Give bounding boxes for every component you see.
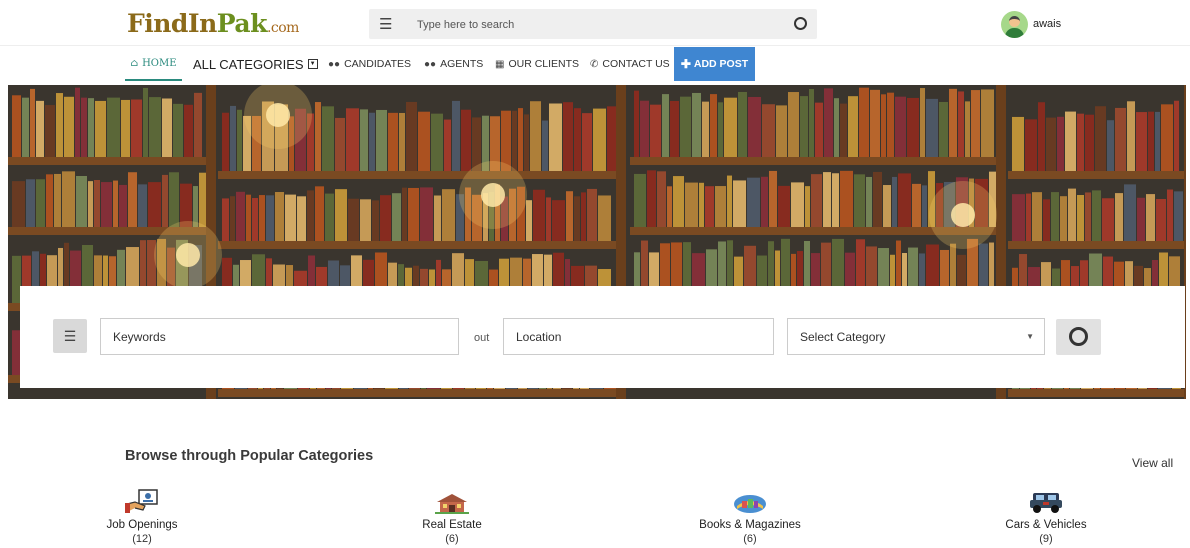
nav-agents-label: AGENTS <box>440 58 484 70</box>
keywords-input[interactable] <box>113 329 424 344</box>
category-select[interactable]: Select Category ▼ <box>787 318 1045 355</box>
search-submit-button[interactable] <box>1056 319 1101 355</box>
category-name: Books & Magazines <box>699 519 801 531</box>
user-name[interactable]: awais <box>1033 18 1061 30</box>
nav-candidates[interactable]: ●● CANDIDATES <box>328 47 411 81</box>
nav-our-clients-label: OUR CLIENTS <box>508 58 580 70</box>
search-panel: ☰ out Select Category ▼ <box>20 286 1185 388</box>
job-icon <box>52 488 232 514</box>
filter-menu-button[interactable]: ☰ <box>53 319 87 353</box>
car-icon <box>956 488 1136 514</box>
category-count: (9) <box>1039 533 1053 545</box>
nav-our-clients[interactable]: ▦ OUR CLIENTS <box>495 47 579 81</box>
nav-contact-us-label: CONTACT US <box>602 58 670 70</box>
location-field[interactable] <box>503 318 774 355</box>
category-name: Cars & Vehicles <box>1005 519 1087 531</box>
keywords-field[interactable] <box>100 318 459 355</box>
category-real-estate[interactable]: Real Estate (6) <box>362 488 542 545</box>
nav-home-label: HOME <box>142 57 177 69</box>
category-job-openings[interactable]: Job Openings (12) <box>52 488 232 545</box>
plus-icon: ✚ <box>680 57 691 71</box>
chevron-down-icon: ▼ <box>1026 332 1034 341</box>
nav-home[interactable]: ⌂ HOME <box>125 47 182 81</box>
search-icon[interactable] <box>794 17 807 30</box>
building-icon: ▦ <box>495 58 505 70</box>
location-input[interactable] <box>516 329 748 344</box>
user-menu[interactable]: awais <box>1001 10 1061 38</box>
users-icon: ●● <box>328 58 341 70</box>
category-count: (6) <box>445 533 459 545</box>
categories-heading: Browse through Popular Categories <box>125 448 374 464</box>
category-cars-vehicles[interactable]: Cars & Vehicles (9) <box>956 488 1136 545</box>
menu-icon[interactable]: ☰ <box>379 15 392 33</box>
users-icon: ●● <box>424 58 437 70</box>
category-select-value: Select Category <box>800 329 886 344</box>
top-search-input[interactable] <box>417 16 777 34</box>
nav-all-categories-label: ALL CATEGORIES <box>193 56 304 72</box>
nav-all-categories[interactable]: ALL CATEGORIES ▼ <box>193 47 318 81</box>
category-books-magazines[interactable]: Books & Magazines (6) <box>660 488 840 545</box>
nav-candidates-label: CANDIDATES <box>344 58 411 70</box>
top-bar: FindInPak.com ☰ awais <box>0 0 1190 46</box>
house-icon <box>362 488 542 514</box>
add-post-label: ADD POST <box>693 58 749 70</box>
phone-icon: ✆ <box>590 58 599 70</box>
category-count: (6) <box>743 533 757 545</box>
avatar[interactable] <box>1001 10 1028 38</box>
home-icon: ⌂ <box>130 57 139 69</box>
nav-contact-us[interactable]: ✆ CONTACT US <box>590 47 670 81</box>
category-count: (12) <box>132 533 152 545</box>
nav-agents[interactable]: ●● AGENTS <box>424 47 483 81</box>
main-nav: ⌂ HOME ALL CATEGORIES ▼ ●● CANDIDATES ●●… <box>0 47 1190 83</box>
books-icon <box>660 488 840 514</box>
add-post-button[interactable]: ✚ ADD POST <box>674 47 755 81</box>
search-icon <box>1069 327 1088 346</box>
search-connector: out <box>474 332 490 344</box>
view-all-link[interactable]: View all <box>1132 456 1173 470</box>
top-search-bar: ☰ <box>369 9 817 39</box>
dropdown-icon: ▼ <box>307 59 318 69</box>
category-name: Real Estate <box>422 519 482 531</box>
category-name: Job Openings <box>106 519 178 531</box>
site-logo[interactable]: FindInPak.com <box>127 10 299 42</box>
